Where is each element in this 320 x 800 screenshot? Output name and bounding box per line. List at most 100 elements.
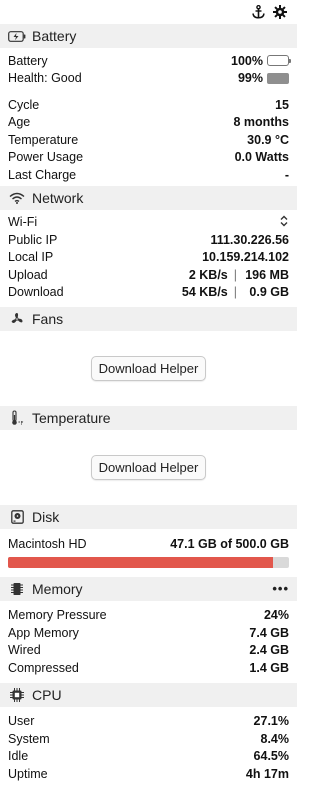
network-title: Network [32, 189, 84, 206]
cpu-stat-label: User [8, 714, 35, 729]
battery-health-label: Health: Good [8, 71, 82, 86]
battery-health-indicator [267, 72, 289, 84]
download-rate: 54 KB/s [181, 285, 228, 300]
memory-stat-row: App Memory 7.4 GB [0, 624, 297, 642]
battery-detail-value: - [284, 167, 289, 182]
upload-separator: | [233, 267, 237, 282]
disk-name: Macintosh HD [8, 536, 87, 551]
chevron-updown-icon[interactable] [279, 215, 289, 230]
memory-stat-value: 2.4 GB [249, 643, 289, 658]
upload-label: Upload [8, 267, 48, 282]
cpu-stat-row: Idle 64.5% [0, 748, 297, 766]
cpu-stat-value: 4h 17m [245, 766, 289, 781]
fans-section-header: Fans [0, 307, 297, 331]
battery-detail-label: Temperature [8, 132, 79, 147]
battery-detail-row: Age 8 months [0, 114, 297, 132]
local-ip-row: Local IP 10.159.214.102 [0, 249, 297, 267]
public-ip-value: 111.30.226.56 [210, 232, 289, 247]
memory-stat-value: 1.4 GB [249, 660, 289, 675]
disk-usage-value: 47.1 GB of 500.0 GB [170, 536, 289, 551]
download-separator: | [233, 285, 237, 300]
download-label: Download [8, 285, 64, 300]
cpu-stat-value: 64.5% [253, 749, 289, 764]
memory-stat-row: Compressed 1.4 GB [0, 659, 297, 677]
battery-health-value: 99% [237, 71, 263, 86]
cpu-stat-value: 8.4% [260, 731, 290, 746]
upload-row: Upload 2 KB/s | 196 MB [0, 266, 297, 284]
temperature-download-helper-button[interactable]: Download Helper [90, 455, 207, 480]
disk-icon [8, 510, 26, 524]
battery-detail-row: Temperature 30.9 °C [0, 131, 297, 149]
battery-detail-row: Cycle 15 [0, 96, 297, 114]
cpu-stat-row: User 27.1% [0, 713, 297, 731]
memory-title: Memory [32, 580, 83, 597]
temperature-section-header: °F Temperature [0, 406, 297, 430]
anchor-icon[interactable] [252, 5, 265, 19]
fans-title: Fans [32, 311, 64, 327]
battery-health-row: Health: Good 99% [0, 70, 297, 88]
cpu-stat-value: 27.1% [253, 714, 289, 729]
disk-title: Disk [32, 509, 60, 525]
gear-icon[interactable] [273, 5, 287, 19]
memory-stat-label: App Memory [8, 625, 79, 640]
cpu-stat-label: Idle [8, 749, 29, 764]
more-options-icon[interactable]: ••• [272, 581, 289, 596]
battery-detail-label: Cycle [8, 97, 40, 112]
temperature-body: Download Helper [0, 430, 297, 505]
cpu-stat-label: System [8, 731, 50, 746]
download-row: Download 54 KB/s | 0.9 GB [0, 284, 297, 302]
memory-stat-label: Memory Pressure [8, 608, 107, 623]
network-section-header: Network [0, 185, 297, 210]
disk-usage-row: Macintosh HD 47.1 GB of 500.0 GB [0, 535, 297, 553]
local-ip-label: Local IP [8, 250, 54, 265]
network-interface-row[interactable]: Wi-Fi [0, 214, 297, 232]
fans-body: Download Helper [0, 331, 297, 406]
battery-detail-label: Age [8, 115, 31, 130]
upload-rate: 2 KB/s [188, 267, 228, 282]
battery-detail-label: Last Charge [8, 167, 77, 182]
cpu-stat-row: Uptime 4h 17m [0, 765, 297, 783]
battery-detail-value: 15 [275, 97, 289, 112]
battery-level-value: 100% [231, 53, 263, 68]
battery-detail-value: 0.0 Watts [234, 150, 289, 165]
battery-detail-row: Power Usage 0.0 Watts [0, 149, 297, 167]
battery-detail-value: 30.9 °C [247, 132, 289, 147]
cpu-section-header: CPU [0, 682, 297, 707]
memory-stat-row: Wired 2.4 GB [0, 642, 297, 660]
battery-section-header: Battery [0, 24, 297, 48]
memory-stat-value: 7.4 GB [249, 625, 289, 640]
battery-detail-label: Power Usage [8, 150, 84, 165]
battery-title: Battery [32, 28, 77, 44]
public-ip-row: Public IP 111.30.226.56 [0, 231, 297, 249]
battery-level-label: Battery [8, 53, 48, 68]
battery-detail-value: 8 months [233, 115, 289, 130]
public-ip-label: Public IP [8, 232, 58, 247]
disk-usage-bar [8, 556, 289, 568]
memory-chip-icon [8, 582, 26, 596]
temperature-title: Temperature [32, 410, 111, 426]
memory-stat-label: Compressed [8, 660, 79, 675]
upload-total: 196 MB [245, 267, 289, 282]
cpu-stat-row: System 8.4% [0, 730, 297, 748]
thermometer-icon: °F [8, 410, 26, 426]
cpu-chip-icon [8, 687, 26, 702]
local-ip-value: 10.159.214.102 [202, 250, 289, 265]
battery-detail-row: Last Charge - [0, 166, 297, 184]
battery-level-row: Battery 100% [0, 52, 297, 70]
top-toolbar [0, 0, 297, 24]
svg-text:°F: °F [18, 421, 24, 426]
memory-stat-label: Wired [8, 643, 41, 658]
disk-usage-fill [8, 556, 273, 568]
memory-section-header: Memory ••• [0, 576, 297, 601]
network-interface-label: Wi-Fi [8, 215, 38, 230]
cpu-title: CPU [32, 686, 62, 703]
disk-section-header: Disk [0, 505, 297, 529]
memory-stat-value: 24% [263, 608, 289, 623]
battery-level-indicator [267, 55, 291, 67]
wifi-icon [8, 191, 26, 205]
download-total: 0.9 GB [249, 285, 289, 300]
memory-stat-row: Memory Pressure 24% [0, 607, 297, 625]
cpu-stat-label: Uptime [8, 766, 48, 781]
fans-download-helper-button[interactable]: Download Helper [90, 356, 207, 381]
fan-icon [8, 312, 26, 326]
